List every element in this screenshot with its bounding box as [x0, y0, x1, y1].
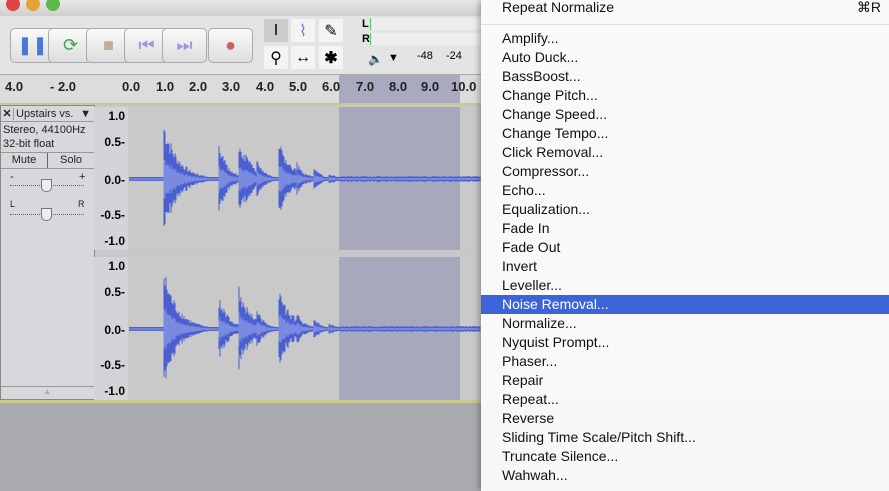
menu-item-wahwah[interactable]: Wahwah...: [481, 466, 889, 485]
menu-item-amplify[interactable]: Amplify...: [481, 29, 889, 48]
scale-label: 1.0: [108, 259, 125, 273]
menu-item-change-speed[interactable]: Change Speed...: [481, 105, 889, 124]
ruler-tick: 4.0: [256, 79, 275, 94]
pan-right-label: R: [78, 199, 85, 209]
skip-end-button[interactable]: ⏭: [162, 28, 207, 63]
track-control-panel: ✕ Upstairs vs. ▼ Stereo, 44100Hz 32-bit …: [0, 105, 95, 400]
ruler-tick: 2.0: [189, 79, 208, 94]
ruler-tick: 5.0: [289, 79, 308, 94]
ruler-tick: 4.0: [5, 79, 24, 94]
record-button[interactable]: ●: [208, 28, 253, 63]
envelope-tool-icon[interactable]: ⌇: [291, 19, 315, 42]
timeshift-tool-icon[interactable]: ↔: [291, 46, 315, 69]
scale-label: -0.5-: [100, 208, 125, 222]
menu-item-leveller[interactable]: Leveller...: [481, 276, 889, 295]
selection-tool-icon[interactable]: I: [264, 19, 288, 42]
ruler-tick: 10.0: [451, 79, 477, 94]
minimize-window-button[interactable]: [26, 0, 40, 11]
scale-label: 0.5-: [104, 135, 125, 149]
ruler-tick: 7.0: [356, 79, 375, 94]
ruler-tick: 1.0: [156, 79, 175, 94]
scale-label: -0.5-: [100, 358, 125, 372]
scale-label: -1.0: [104, 384, 125, 398]
close-track-button[interactable]: ✕: [1, 107, 13, 120]
menu-item-noise-removal[interactable]: Noise Removal...: [481, 295, 889, 314]
close-window-button[interactable]: [6, 0, 20, 11]
menu-item-bassboost[interactable]: BassBoost...: [481, 67, 889, 86]
scale-label: 1.0: [108, 109, 125, 123]
menu-item-repeat-normalize[interactable]: Repeat Normalize ⌘R: [481, 0, 889, 17]
effect-menu: Repeat Normalize ⌘R Amplify... Auto Duck.…: [481, 0, 889, 491]
gain-slider-thumb[interactable]: [41, 179, 52, 192]
menu-item-label: Repeat Normalize: [502, 0, 615, 15]
pan-left-label: L: [10, 199, 16, 209]
gain-min-label: -: [10, 171, 14, 183]
zoom-window-button[interactable]: [46, 0, 60, 11]
menu-item-invert[interactable]: Invert: [481, 257, 889, 276]
waveform: [129, 129, 481, 226]
ruler-tick: 8.0: [389, 79, 408, 94]
meter-r-label: R: [362, 33, 370, 45]
ruler-tick: 9.0: [421, 79, 440, 94]
track-name-menu[interactable]: Upstairs vs.: [13, 107, 80, 120]
zoom-tool-icon[interactable]: ⚲: [264, 46, 288, 69]
menu-item-change-tempo[interactable]: Change Tempo...: [481, 124, 889, 143]
track-rate: Stereo, 44100Hz: [3, 124, 86, 136]
meter-tick: -48: [417, 50, 433, 62]
waveform: [129, 277, 481, 379]
amplitude-scale: 1.0 0.5- 0.0- -0.5- -1.0: [94, 107, 128, 250]
shortcut-label: ⌘R: [856, 0, 881, 15]
scale-label: 0.0-: [104, 323, 125, 337]
menu-item-truncate-silence[interactable]: Truncate Silence...: [481, 447, 889, 466]
track-menu-arrow-icon[interactable]: ▼: [80, 108, 94, 120]
draw-tool-icon[interactable]: ✎: [319, 19, 343, 42]
ruler-tick: 3.0: [222, 79, 241, 94]
menu-item-equalization[interactable]: Equalization...: [481, 200, 889, 219]
mute-button[interactable]: Mute: [1, 153, 48, 168]
menu-item-sliding-time-scale-pitch-shift[interactable]: Sliding Time Scale/Pitch Shift...: [481, 428, 889, 447]
meter-l: [370, 18, 482, 30]
multi-tool-icon[interactable]: ✱: [319, 46, 343, 69]
menu-item-repair[interactable]: Repair: [481, 371, 889, 390]
menu-item-fade-out[interactable]: Fade Out: [481, 238, 889, 257]
menu-item-normalize[interactable]: Normalize...: [481, 314, 889, 333]
menu-item-nyquist-prompt[interactable]: Nyquist Prompt...: [481, 333, 889, 352]
meter-r: [370, 33, 482, 45]
menu-item-click-removal[interactable]: Click Removal...: [481, 143, 889, 162]
ruler-tick: - 2.0: [50, 79, 77, 94]
menu-item-compressor[interactable]: Compressor...: [481, 162, 889, 181]
menu-item-change-pitch[interactable]: Change Pitch...: [481, 86, 889, 105]
meter-dropdown-button[interactable]: ▼: [388, 52, 399, 64]
scale-label: 0.5-: [104, 285, 125, 299]
meter-tick: -24: [446, 50, 462, 62]
solo-button[interactable]: Solo: [48, 153, 94, 168]
scale-label: -1.0: [104, 234, 125, 248]
menu-separator: [481, 24, 889, 25]
menu-item-fade-in[interactable]: Fade In: [481, 219, 889, 238]
menu-item-auto-duck[interactable]: Auto Duck...: [481, 48, 889, 67]
scale-label: 0.0-: [104, 173, 125, 187]
menu-item-repeat[interactable]: Repeat...: [481, 390, 889, 409]
amplitude-scale: 1.0 0.5- 0.0- -0.5- -1.0: [94, 257, 128, 400]
ruler-tick: 0.0: [122, 79, 141, 94]
gain-max-label: +: [79, 171, 86, 183]
pan-slider-thumb[interactable]: [41, 208, 52, 221]
ruler-tick: 6.0: [322, 79, 341, 94]
track-bottom-border: [0, 400, 481, 403]
menu-item-echo[interactable]: Echo...: [481, 181, 889, 200]
collapse-track-icon[interactable]: ▲: [1, 386, 94, 399]
track-format: 32-bit float: [3, 138, 55, 150]
menu-item-reverse[interactable]: Reverse: [481, 409, 889, 428]
meter-l-label: L: [362, 18, 369, 30]
menu-item-phaser[interactable]: Phaser...: [481, 352, 889, 371]
speaker-icon: 🔈: [368, 52, 383, 66]
